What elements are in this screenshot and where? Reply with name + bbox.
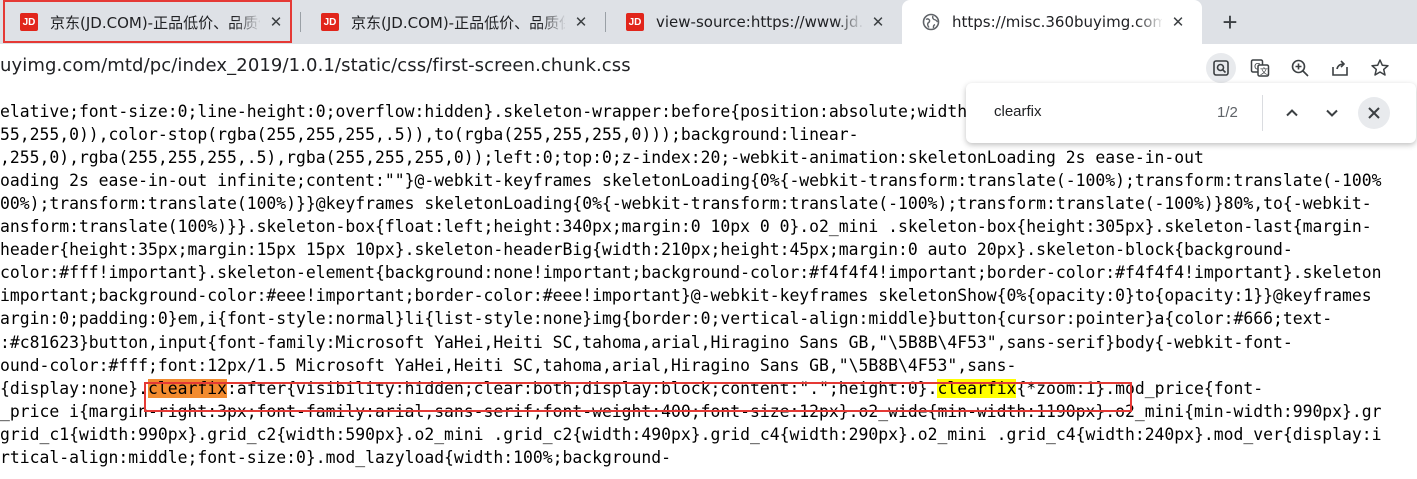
tab-close-icon[interactable]: ✕ xyxy=(868,12,888,32)
chevron-down-icon xyxy=(1326,109,1338,117)
translate-icon[interactable]: G文 xyxy=(1245,53,1275,83)
tab-css-file[interactable]: https://misc.360buyimg.com/mtd/pc/index_… xyxy=(902,0,1202,44)
find-input[interactable] xyxy=(994,103,1194,120)
tab-view-source[interactable]: JD view-source:https://www.jd.com/ ✕ xyxy=(606,0,902,44)
source-line: 00%);transform:translate(100%)}}@keyfram… xyxy=(0,192,1372,215)
find-next-button[interactable] xyxy=(1318,99,1346,127)
tab-title: https://misc.360buyimg.com/mtd/pc/index_… xyxy=(952,13,1162,31)
source-line: rtical-align:middle;font-size:0}.mod_laz… xyxy=(0,446,671,469)
zoom-find-icon[interactable] xyxy=(1206,53,1236,83)
source-text: ,255,0),rgba(255,255,255,.5),rgba(255,25… xyxy=(0,148,1204,168)
svg-text:文: 文 xyxy=(1260,66,1268,76)
source-line: header{height:35px;margin:15px 15px 10px… xyxy=(0,238,1293,261)
source-text: ound-color:#fff;font:12px/1.5 Microsoft … xyxy=(0,355,1017,375)
chevron-up-icon xyxy=(1286,109,1298,117)
source-line: ,255,0),rgba(255,255,255,.5),rgba(255,25… xyxy=(0,146,1204,169)
source-line: ound-color:#fff;font:12px/1.5 Microsoft … xyxy=(0,354,1016,377)
match-highlight-annotation xyxy=(144,382,1132,412)
source-line: important;background-color:#eee!importan… xyxy=(0,284,1372,307)
source-text: header{height:35px;margin:15px 15px 10px… xyxy=(0,240,1293,260)
source-line: argin:0;padding:0}em,i{font-style:normal… xyxy=(0,307,1332,330)
globe-icon xyxy=(922,13,940,31)
source-text: important;background-color:#eee!importan… xyxy=(0,286,1372,306)
source-text: argin:0;padding:0}em,i{font-style:normal… xyxy=(0,309,1333,329)
tab-strip: JD 京东(JD.COM)-正品低价、品质保障 ✕ JD 京东(JD.COM)-… xyxy=(0,0,1417,44)
source-text: ansform:translate(100%)}}.skeleton-box{f… xyxy=(0,217,1372,237)
find-bar: 1/2 xyxy=(966,83,1416,143)
tab-close-icon[interactable]: ✕ xyxy=(571,12,591,32)
source-text: color:#fff!important}.skeleton-element{b… xyxy=(0,263,1382,283)
tab-jd-2[interactable]: JD 京东(JD.COM)-正品低价、品质保障 ✕ xyxy=(301,0,605,44)
jd-favicon-icon: JD xyxy=(626,13,644,31)
tab-title: 京东(JD.COM)-正品低价、品质保障 xyxy=(351,13,565,32)
source-view: elative;font-size:0;line-height:0;overfl… xyxy=(0,90,1417,479)
bookmark-star-icon[interactable] xyxy=(1365,53,1395,83)
tab-title: view-source:https://www.jd.com/ xyxy=(656,13,862,31)
tab-close-icon[interactable]: ✕ xyxy=(1168,12,1188,32)
source-line: grid_c1{width:990px}.grid_c2{width:590px… xyxy=(0,423,1382,446)
source-text: 55,255,0)),color-stop(rgba(255,255,255,.… xyxy=(0,125,859,145)
jd-favicon-icon: JD xyxy=(321,13,339,31)
source-text: :#c81623}button,input{font-family:Micros… xyxy=(0,332,1293,352)
find-previous-button[interactable] xyxy=(1278,99,1306,127)
source-text: 00%);transform:translate(100%)}}@keyfram… xyxy=(0,194,1372,214)
source-line: ansform:translate(100%)}}.skeleton-box{f… xyxy=(0,215,1372,238)
source-text: oading 2s ease-in-out infinite;content:"… xyxy=(0,171,1382,191)
share-icon[interactable] xyxy=(1325,53,1355,83)
zoom-icon[interactable] xyxy=(1285,53,1315,83)
source-text: {display:none}. xyxy=(0,378,149,398)
new-tab-button[interactable]: + xyxy=(1217,9,1243,36)
source-line: color:#fff!important}.skeleton-element{b… xyxy=(0,261,1382,284)
source-text: rtical-align:middle;font-size:0}.mod_laz… xyxy=(0,447,672,467)
tab-highlight-annotation xyxy=(3,0,292,43)
source-line: oading 2s ease-in-out infinite;content:"… xyxy=(0,169,1382,192)
source-line: :#c81623}button,input{font-family:Micros… xyxy=(0,331,1293,354)
close-icon xyxy=(1368,107,1380,119)
source-text: grid_c1{width:990px}.grid_c2{width:590px… xyxy=(0,424,1382,444)
url-text[interactable]: uyimg.com/mtd/pc/index_2019/1.0.1/static… xyxy=(0,55,631,76)
find-close-button[interactable] xyxy=(1358,97,1390,129)
find-match-count: 1/2 xyxy=(1217,104,1238,121)
find-divider xyxy=(1262,95,1263,131)
source-line: 55,255,0)),color-stop(rgba(255,255,255,.… xyxy=(0,123,859,146)
